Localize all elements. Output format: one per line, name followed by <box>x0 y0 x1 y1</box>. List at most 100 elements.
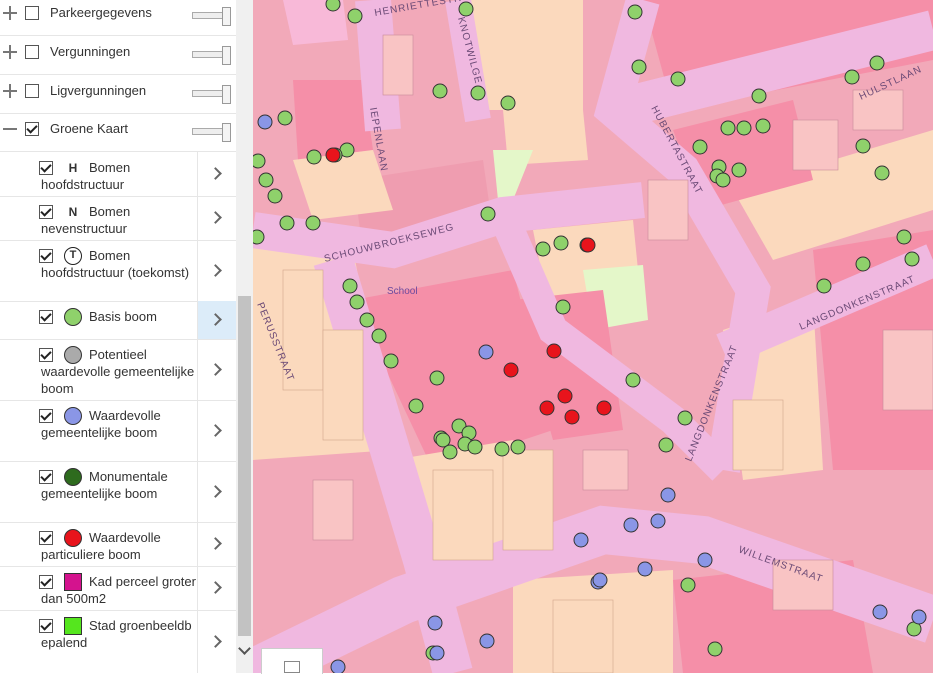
tree-marker[interactable] <box>458 1 474 17</box>
tree-marker[interactable] <box>306 149 322 165</box>
tree-marker[interactable] <box>631 59 647 75</box>
tree-marker[interactable] <box>911 609 927 625</box>
tree-marker[interactable] <box>258 172 274 188</box>
tree-marker[interactable] <box>253 229 265 245</box>
legend-item-bomen-hoofdstructuur[interactable]: H Bomen hoofdstructuur <box>0 152 236 197</box>
chevron-right-icon[interactable] <box>197 152 236 196</box>
legend-item-waardevolle-particuliere[interactable]: Waardevolle particuliere boom <box>0 522 236 567</box>
tree-marker[interactable] <box>904 251 920 267</box>
tree-marker[interactable] <box>855 256 871 272</box>
chevron-right-icon[interactable] <box>197 566 236 610</box>
tree-marker[interactable] <box>325 0 341 12</box>
tree-marker[interactable] <box>855 138 871 154</box>
plus-icon[interactable] <box>3 6 17 20</box>
legend-item-kad-perceel[interactable]: Kad perceel groter dan 500m2 <box>0 566 236 611</box>
chevron-right-icon[interactable] <box>197 522 236 566</box>
tree-marker[interactable] <box>510 439 526 455</box>
map-view[interactable]: HENRIETTESTR KNOTWILGE IEPENLAAN HUBERTA… <box>253 0 933 673</box>
tree-marker[interactable] <box>253 153 266 169</box>
tree-marker[interactable] <box>557 388 573 404</box>
tree-marker[interactable] <box>707 641 723 657</box>
tree-marker[interactable] <box>342 278 358 294</box>
tree-marker[interactable] <box>478 344 494 360</box>
tree-marker[interactable] <box>494 441 510 457</box>
chevron-right-icon[interactable] <box>197 461 236 522</box>
tree-marker[interactable] <box>408 398 424 414</box>
chevron-right-icon[interactable] <box>197 400 236 461</box>
tree-marker[interactable] <box>755 118 771 134</box>
tree-marker[interactable] <box>467 439 483 455</box>
layer-checkbox[interactable] <box>25 45 39 59</box>
tree-marker[interactable] <box>383 353 399 369</box>
tree-marker[interactable] <box>325 147 341 163</box>
tree-marker[interactable] <box>623 517 639 533</box>
legend-item-potentieel-waardevolle[interactable]: Potentieel waardevolle gemeentelijke boo… <box>0 339 236 401</box>
tree-marker[interactable] <box>470 85 486 101</box>
tree-marker[interactable] <box>429 370 445 386</box>
plus-icon[interactable] <box>3 84 17 98</box>
tree-marker[interactable] <box>692 139 708 155</box>
tree-marker[interactable] <box>736 120 752 136</box>
chevron-right-icon[interactable] <box>197 240 236 301</box>
layer-row-ligvergunningen[interactable]: Ligvergunningen <box>0 75 236 114</box>
tree-marker[interactable] <box>720 120 736 136</box>
tree-marker[interactable] <box>349 294 365 310</box>
tree-marker[interactable] <box>715 172 731 188</box>
tree-marker[interactable] <box>371 328 387 344</box>
tree-marker[interactable] <box>564 409 580 425</box>
map-canvas[interactable]: HENRIETTESTR KNOTWILGE IEPENLAAN HUBERTA… <box>253 0 933 673</box>
tree-marker[interactable] <box>347 8 363 24</box>
tree-marker[interactable] <box>555 299 571 315</box>
tree-marker[interactable] <box>625 372 641 388</box>
tree-marker[interactable] <box>580 237 596 253</box>
layer-row-groene-kaart[interactable]: Groene Kaart <box>0 113 236 152</box>
layer-checkbox[interactable] <box>25 122 39 136</box>
tree-marker[interactable] <box>680 577 696 593</box>
legend-item-bomen-hoofdstructuur-toekomst[interactable]: T Bomen hoofdstructuur (toekomst) <box>0 240 236 302</box>
opacity-slider[interactable] <box>192 46 231 65</box>
tree-marker[interactable] <box>279 215 295 231</box>
tree-marker[interactable] <box>546 343 562 359</box>
tree-marker[interactable] <box>869 55 885 71</box>
opacity-slider[interactable] <box>192 85 231 104</box>
tree-marker[interactable] <box>658 437 674 453</box>
chevron-right-icon[interactable] <box>197 339 236 400</box>
tree-marker[interactable] <box>592 572 608 588</box>
tree-marker[interactable] <box>751 88 767 104</box>
tree-marker[interactable] <box>872 604 888 620</box>
tree-marker[interactable] <box>670 71 686 87</box>
tree-marker[interactable] <box>650 513 666 529</box>
map-toggle-button[interactable] <box>261 648 323 674</box>
layer-row-vergunningen[interactable]: Vergunningen <box>0 36 236 75</box>
tree-marker[interactable] <box>480 206 496 222</box>
tree-marker[interactable] <box>596 400 612 416</box>
tree-marker[interactable] <box>816 278 832 294</box>
tree-marker[interactable] <box>442 444 458 460</box>
tree-marker[interactable] <box>660 487 676 503</box>
tree-marker[interactable] <box>267 188 283 204</box>
tree-marker[interactable] <box>503 362 519 378</box>
tree-marker[interactable] <box>359 312 375 328</box>
legend-item-basis-boom[interactable]: Basis boom <box>0 301 236 340</box>
tree-marker[interactable] <box>637 561 653 577</box>
tree-marker[interactable] <box>553 235 569 251</box>
tree-marker[interactable] <box>535 241 551 257</box>
chevron-right-icon[interactable] <box>197 610 236 673</box>
sidebar-scrollbar[interactable] <box>236 0 253 673</box>
tree-marker[interactable] <box>539 400 555 416</box>
tree-marker[interactable] <box>427 615 443 631</box>
layer-row-parkeergegevens[interactable]: Parkeergegevens <box>0 0 236 36</box>
tree-marker[interactable] <box>330 659 346 673</box>
legend-item-monumentale[interactable]: Monumentale gemeentelijke boom <box>0 461 236 523</box>
tree-marker[interactable] <box>627 4 643 20</box>
plus-icon[interactable] <box>3 45 17 59</box>
chevron-down-icon[interactable] <box>238 642 251 655</box>
opacity-slider[interactable] <box>192 123 231 142</box>
tree-marker[interactable] <box>305 215 321 231</box>
chevron-right-icon[interactable] <box>197 196 236 240</box>
legend-item-bomen-nevenstructuur[interactable]: N Bomen nevenstructuur <box>0 196 236 241</box>
tree-marker[interactable] <box>479 633 495 649</box>
tree-marker[interactable] <box>429 645 445 661</box>
chevron-right-icon[interactable] <box>197 301 236 339</box>
legend-item-stad-groenbeeldbepalend[interactable]: Stad groenbeeldbepalend <box>0 610 236 673</box>
